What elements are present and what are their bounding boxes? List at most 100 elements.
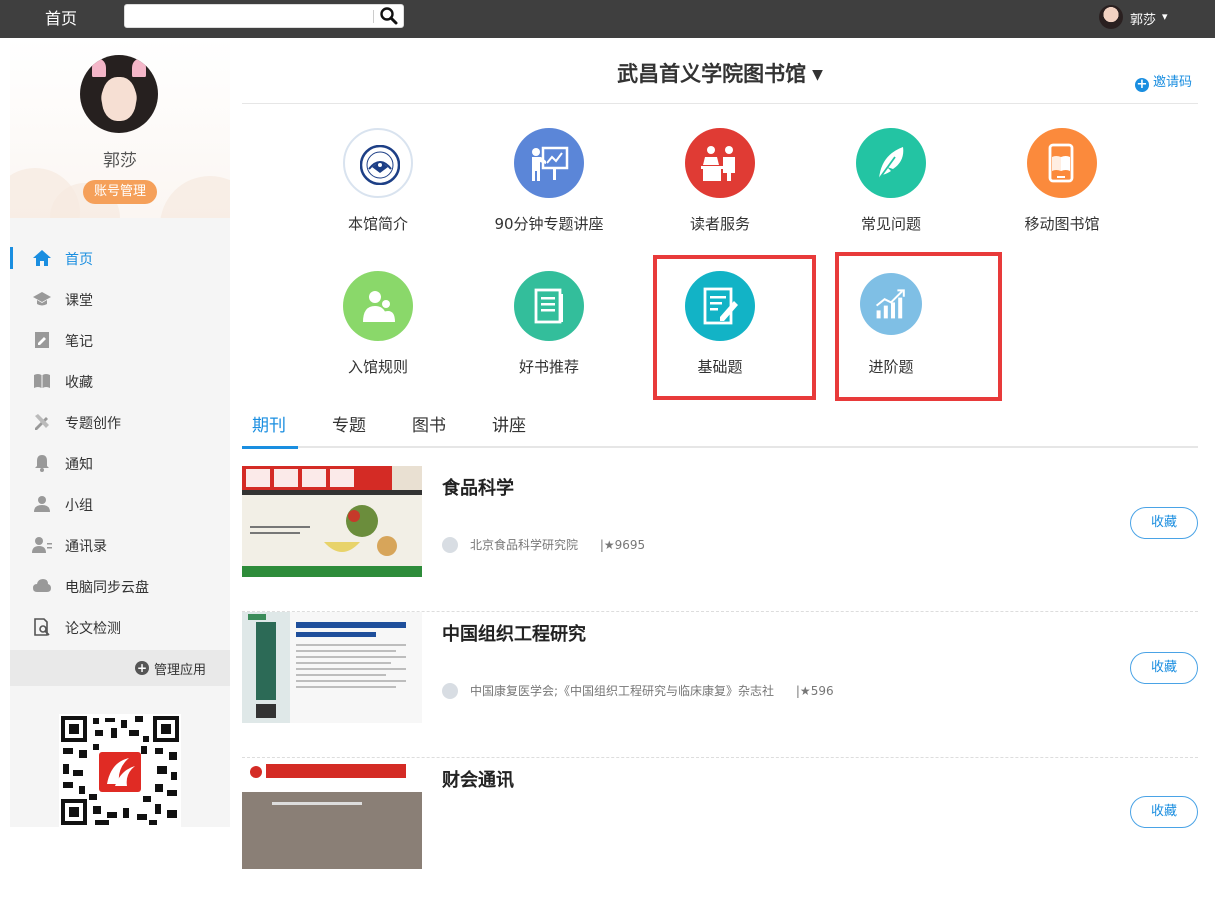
app-label: 移动图书馆	[1024, 215, 1100, 233]
user-icon	[34, 496, 50, 512]
tab-journals[interactable]: 期刊	[252, 411, 286, 436]
journal-title[interactable]: 中国组织工程研究	[442, 620, 586, 646]
account-management-button[interactable]: 账号管理	[83, 180, 157, 204]
qr-code-image	[59, 714, 181, 827]
divider	[242, 103, 1198, 104]
graduation-cap-icon	[33, 292, 51, 306]
plus-circle-icon: +	[1135, 77, 1149, 92]
sidebar-item-classroom[interactable]: 课堂	[10, 279, 230, 320]
mobile-book-icon	[1027, 128, 1097, 198]
invite-code-link[interactable]: + 邀请码	[1135, 71, 1192, 92]
journal-publisher: 中国康复医学会;《中国组织工程研究与临床康复》杂志社	[470, 684, 775, 698]
journal-title[interactable]: 食品科学	[442, 474, 514, 500]
book-open-icon	[34, 374, 50, 388]
app-label: 本馆简介	[347, 215, 408, 233]
profile-card: 郭莎 账号管理	[10, 38, 230, 218]
sidebar-item-topic-creation[interactable]: 专题创作	[10, 402, 230, 443]
main-content: 武昌首义学院图书馆 ▼ + 邀请码 本馆简介 90分钟专题讲座 读者服务 常见问…	[242, 38, 1198, 869]
sidebar-item-cloud-disk[interactable]: 电脑同步云盘	[10, 566, 230, 607]
highlight-box-basic	[653, 255, 816, 400]
user-name[interactable]: 郭莎	[1130, 9, 1156, 28]
app-mobile-library[interactable]: 移动图书馆	[992, 128, 1132, 248]
journal-meta: 中国康复医学会;《中国组织工程研究与临床康复》杂志社 |★596	[442, 682, 834, 702]
document-search-icon	[34, 618, 50, 636]
app-label: 常见问题	[860, 215, 921, 233]
profile-name: 郭莎	[103, 151, 137, 171]
caret-down-icon[interactable]: ▼	[812, 67, 823, 83]
app-book-recommend[interactable]: 好书推荐	[479, 271, 619, 391]
sidebar-item-label: 小组	[65, 498, 93, 514]
bell-icon	[35, 455, 49, 472]
sidebar-item-label: 笔记	[65, 334, 93, 350]
journal-cover-image[interactable]	[242, 758, 422, 869]
app-reader-service[interactable]: 读者服务	[650, 128, 790, 248]
app-library-intro[interactable]: 本馆简介	[308, 128, 448, 248]
journal-title[interactable]: 财会通讯	[442, 766, 514, 792]
sidebar-item-label: 课堂	[65, 293, 93, 309]
tab-books[interactable]: 图书	[412, 411, 446, 436]
collect-button[interactable]: 收藏	[1130, 796, 1198, 828]
journal-cover-image[interactable]	[242, 466, 422, 577]
sidebar-item-paper-check[interactable]: 论文检测	[10, 607, 230, 648]
journal-publisher: 北京食品科学研究院	[470, 538, 579, 552]
content-tabs: 期刊 专题 图书 讲座	[242, 406, 1198, 449]
presentation-icon	[514, 128, 584, 198]
collect-button[interactable]: 收藏	[1130, 652, 1198, 684]
sidebar-item-favorites[interactable]: 收藏	[10, 361, 230, 402]
sidebar-item-label: 电脑同步云盘	[65, 580, 149, 596]
app-lecture[interactable]: 90分钟专题讲座	[479, 128, 619, 248]
app-label: 90分钟专题讲座	[494, 215, 604, 233]
star-icon: ★	[799, 684, 811, 698]
sidebar: 郭莎 账号管理 首页 课堂 笔记 收藏 专题创作 通知 小组 通讯录 电脑同步云…	[10, 38, 230, 827]
contacts-icon	[32, 537, 52, 553]
sidebar-item-label: 论文检测	[65, 621, 121, 637]
search-divider	[373, 10, 374, 23]
sidebar-item-label: 首页	[65, 252, 93, 268]
sidebar-item-contacts[interactable]: 通讯录	[10, 525, 230, 566]
school-emblem-icon	[343, 128, 413, 198]
avatar[interactable]	[80, 55, 158, 133]
tab-topics[interactable]: 专题	[332, 411, 366, 436]
sidebar-item-notes[interactable]: 笔记	[10, 320, 230, 361]
app-label: 好书推荐	[518, 358, 579, 376]
service-desk-icon	[685, 128, 755, 198]
search-input[interactable]	[131, 8, 371, 24]
sidebar-item-label: 通知	[65, 457, 93, 473]
chevron-down-icon[interactable]: ▾	[1162, 10, 1168, 23]
journal-item: 中国组织工程研究 中国康复医学会;《中国组织工程研究与临床康复》杂志社 |★59…	[242, 612, 1198, 758]
search-box	[124, 4, 404, 28]
library-title[interactable]: 武昌首义学院图书馆 ▼	[242, 58, 1198, 88]
sidebar-nav: 首页 课堂 笔记 收藏 专题创作 通知 小组 通讯录 电脑同步云盘 论文检测	[10, 238, 230, 648]
cloud-icon	[33, 579, 51, 592]
sidebar-item-home[interactable]: 首页	[10, 238, 230, 279]
sidebar-item-notifications[interactable]: 通知	[10, 443, 230, 484]
top-bar: 首页 郭莎 ▾	[0, 0, 1215, 38]
pencil-ruler-icon	[35, 414, 49, 430]
note-icon	[35, 332, 49, 348]
app-label: 入馆规则	[347, 358, 408, 376]
feather-icon	[856, 128, 926, 198]
star-count: |★9695	[599, 538, 646, 552]
app-faq[interactable]: 常见问题	[821, 128, 961, 248]
search-button[interactable]	[377, 6, 401, 26]
search-icon	[380, 7, 398, 25]
highlight-box-advanced	[835, 252, 1002, 401]
manage-apps-button[interactable]: + 管理应用	[10, 650, 230, 686]
star-icon: ★	[603, 538, 615, 552]
collect-button[interactable]: 收藏	[1130, 507, 1198, 539]
home-link[interactable]: 首页	[45, 5, 77, 29]
invite-code-label: 邀请码	[1153, 75, 1193, 90]
book-icon	[514, 271, 584, 341]
star-count: |★596	[795, 684, 834, 698]
app-admission-rules[interactable]: 入馆规则	[308, 271, 448, 391]
sidebar-item-label: 专题创作	[65, 416, 121, 432]
tab-lectures[interactable]: 讲座	[492, 411, 526, 436]
publisher-avatar-icon	[442, 683, 458, 699]
people-icon	[343, 271, 413, 341]
tab-active-indicator	[242, 446, 298, 449]
journal-item: 食品科学 北京食品科学研究院 |★9695 收藏	[242, 466, 1198, 612]
sidebar-item-groups[interactable]: 小组	[10, 484, 230, 525]
journal-cover-image[interactable]	[242, 612, 422, 723]
user-avatar[interactable]	[1099, 5, 1123, 29]
sidebar-item-label: 通讯录	[65, 539, 107, 555]
